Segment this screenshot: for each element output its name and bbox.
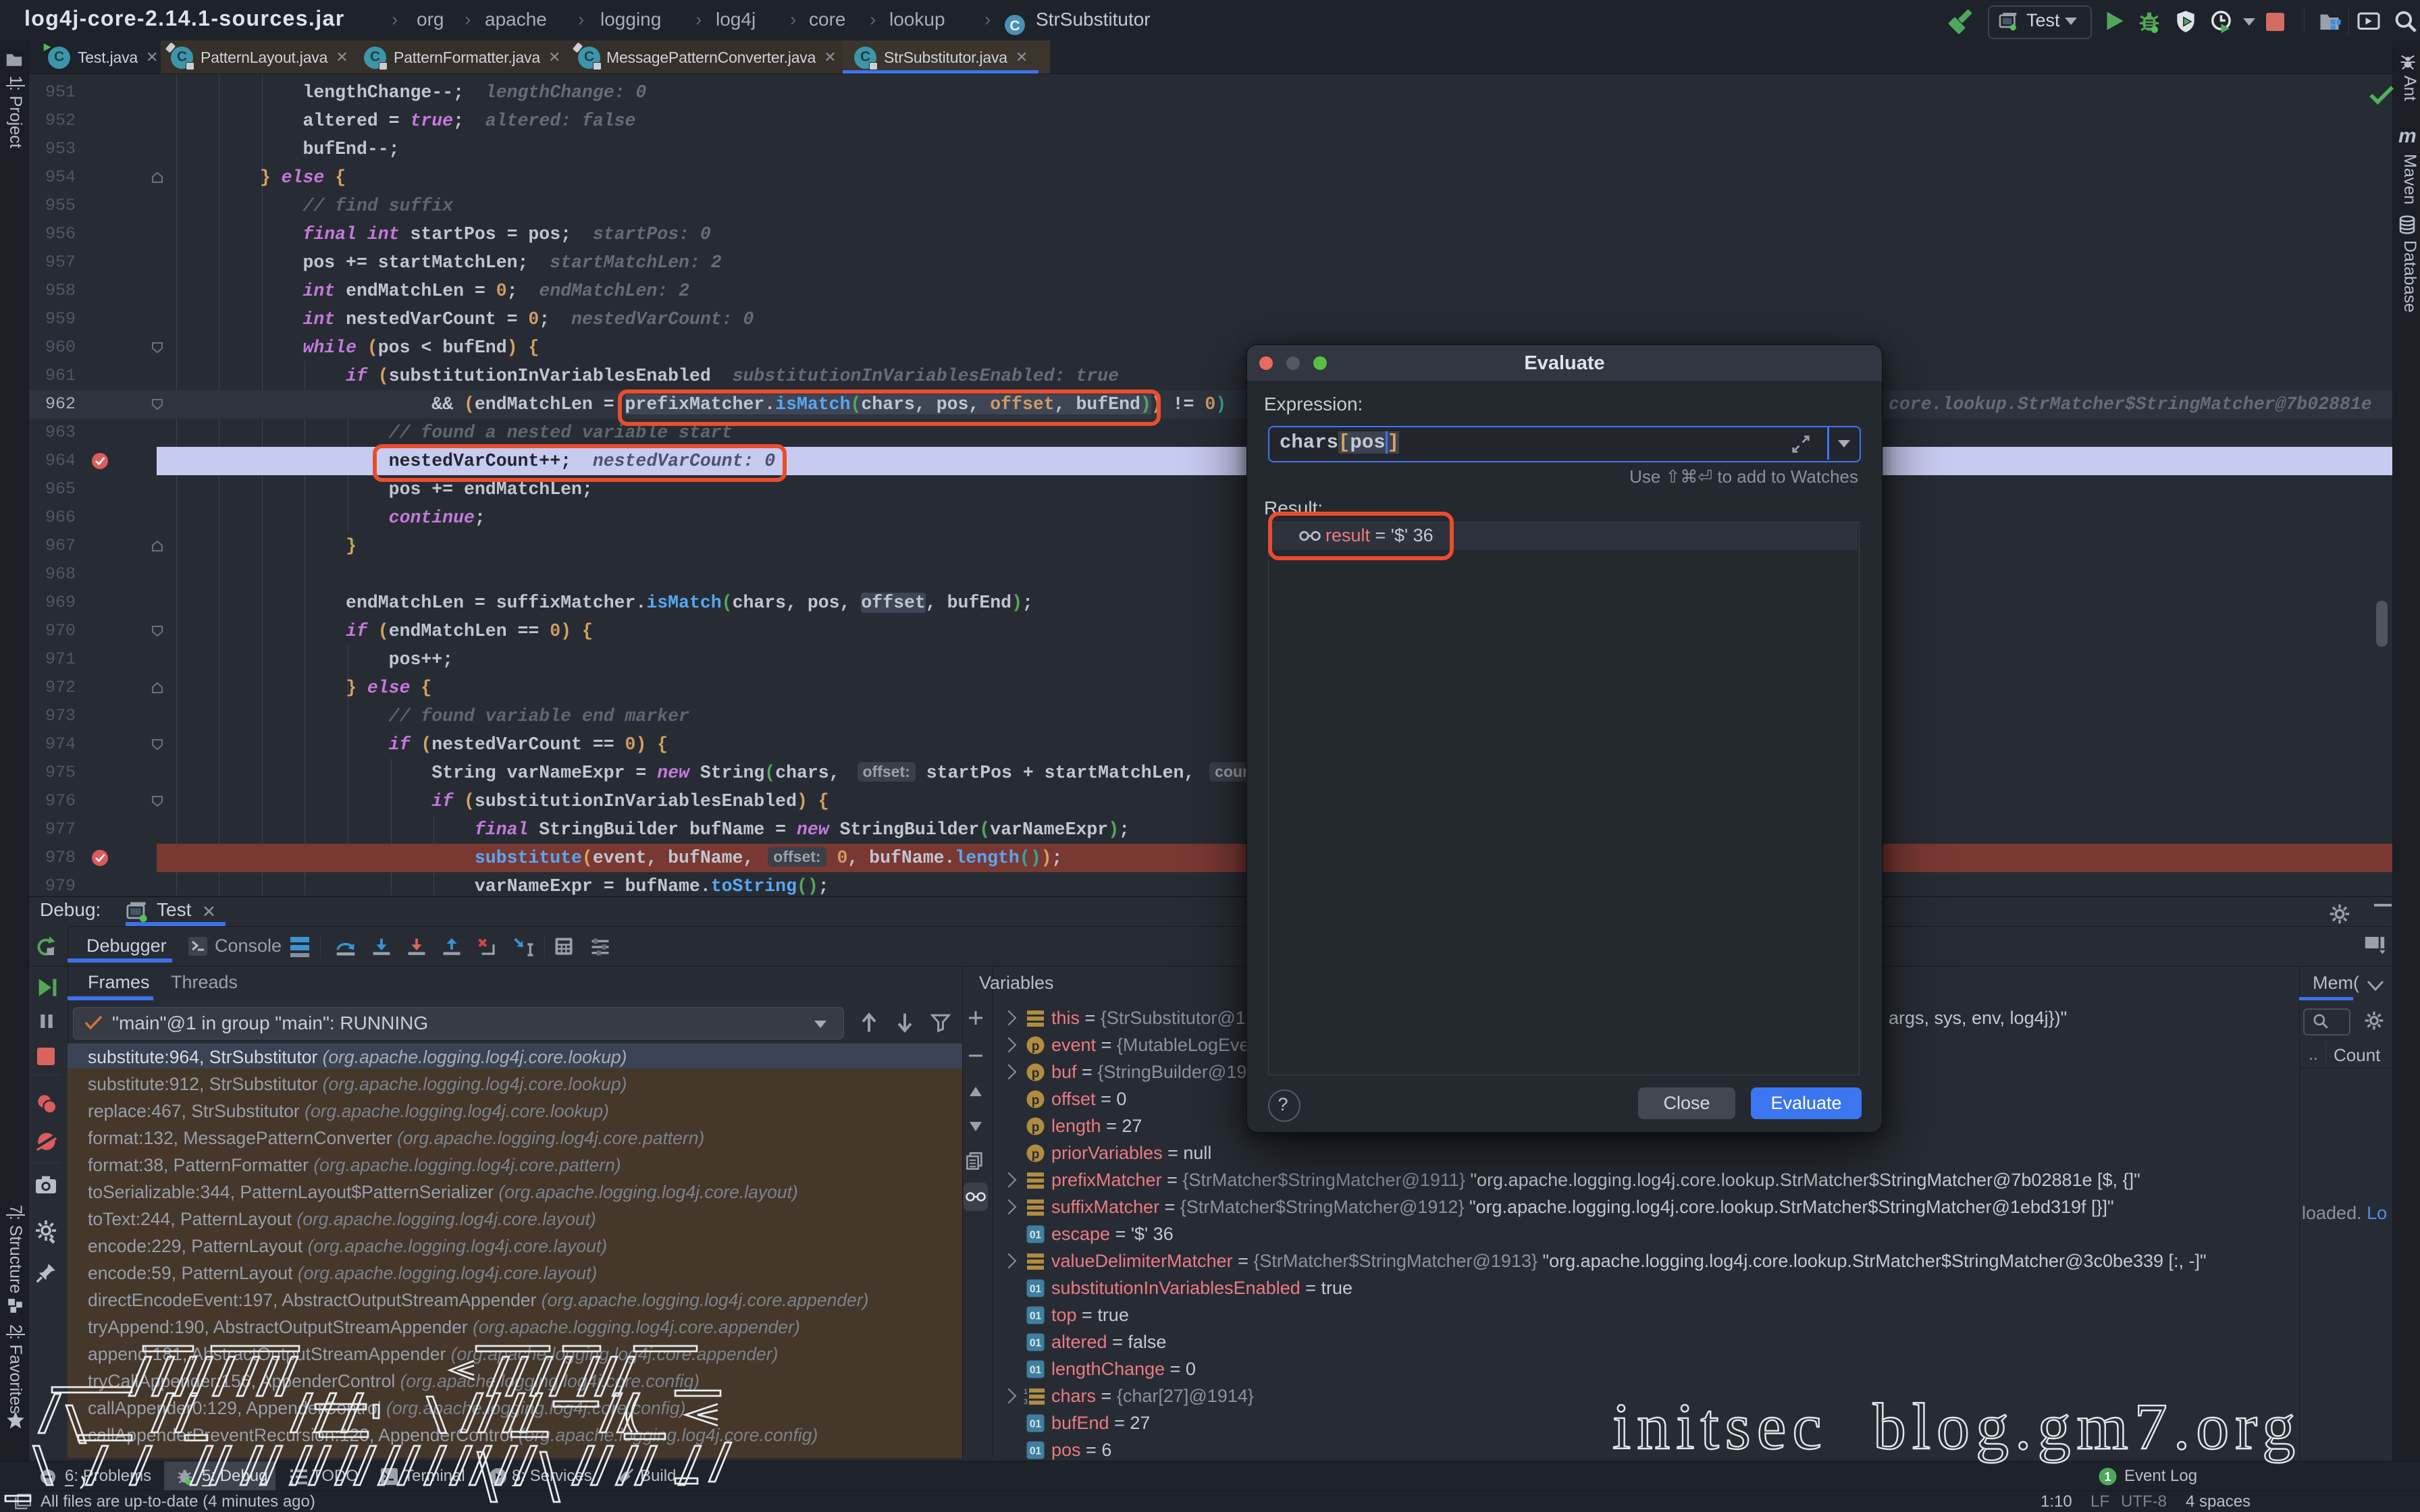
svg-text:p: p [1032, 1148, 1040, 1162]
svg-text:01: 01 [1030, 1338, 1042, 1349]
svg-text:p: p [1032, 1120, 1040, 1135]
svg-text:01: 01 [1030, 1284, 1042, 1295]
svg-text:01: 01 [1030, 1230, 1042, 1241]
svg-text:p: p [1032, 1094, 1040, 1108]
svg-text:p: p [1032, 1040, 1040, 1054]
svg-text:1: 1 [1024, 1388, 1028, 1396]
svg-text:1: 1 [2104, 1470, 2111, 1484]
svg-text:p: p [1032, 1066, 1040, 1081]
svg-text:3: 3 [1024, 1398, 1028, 1406]
svg-text:01: 01 [1030, 1311, 1042, 1322]
svg-text:01: 01 [1030, 1446, 1042, 1457]
svg-text:01: 01 [1030, 1365, 1042, 1376]
svg-text:01: 01 [1030, 1419, 1042, 1430]
